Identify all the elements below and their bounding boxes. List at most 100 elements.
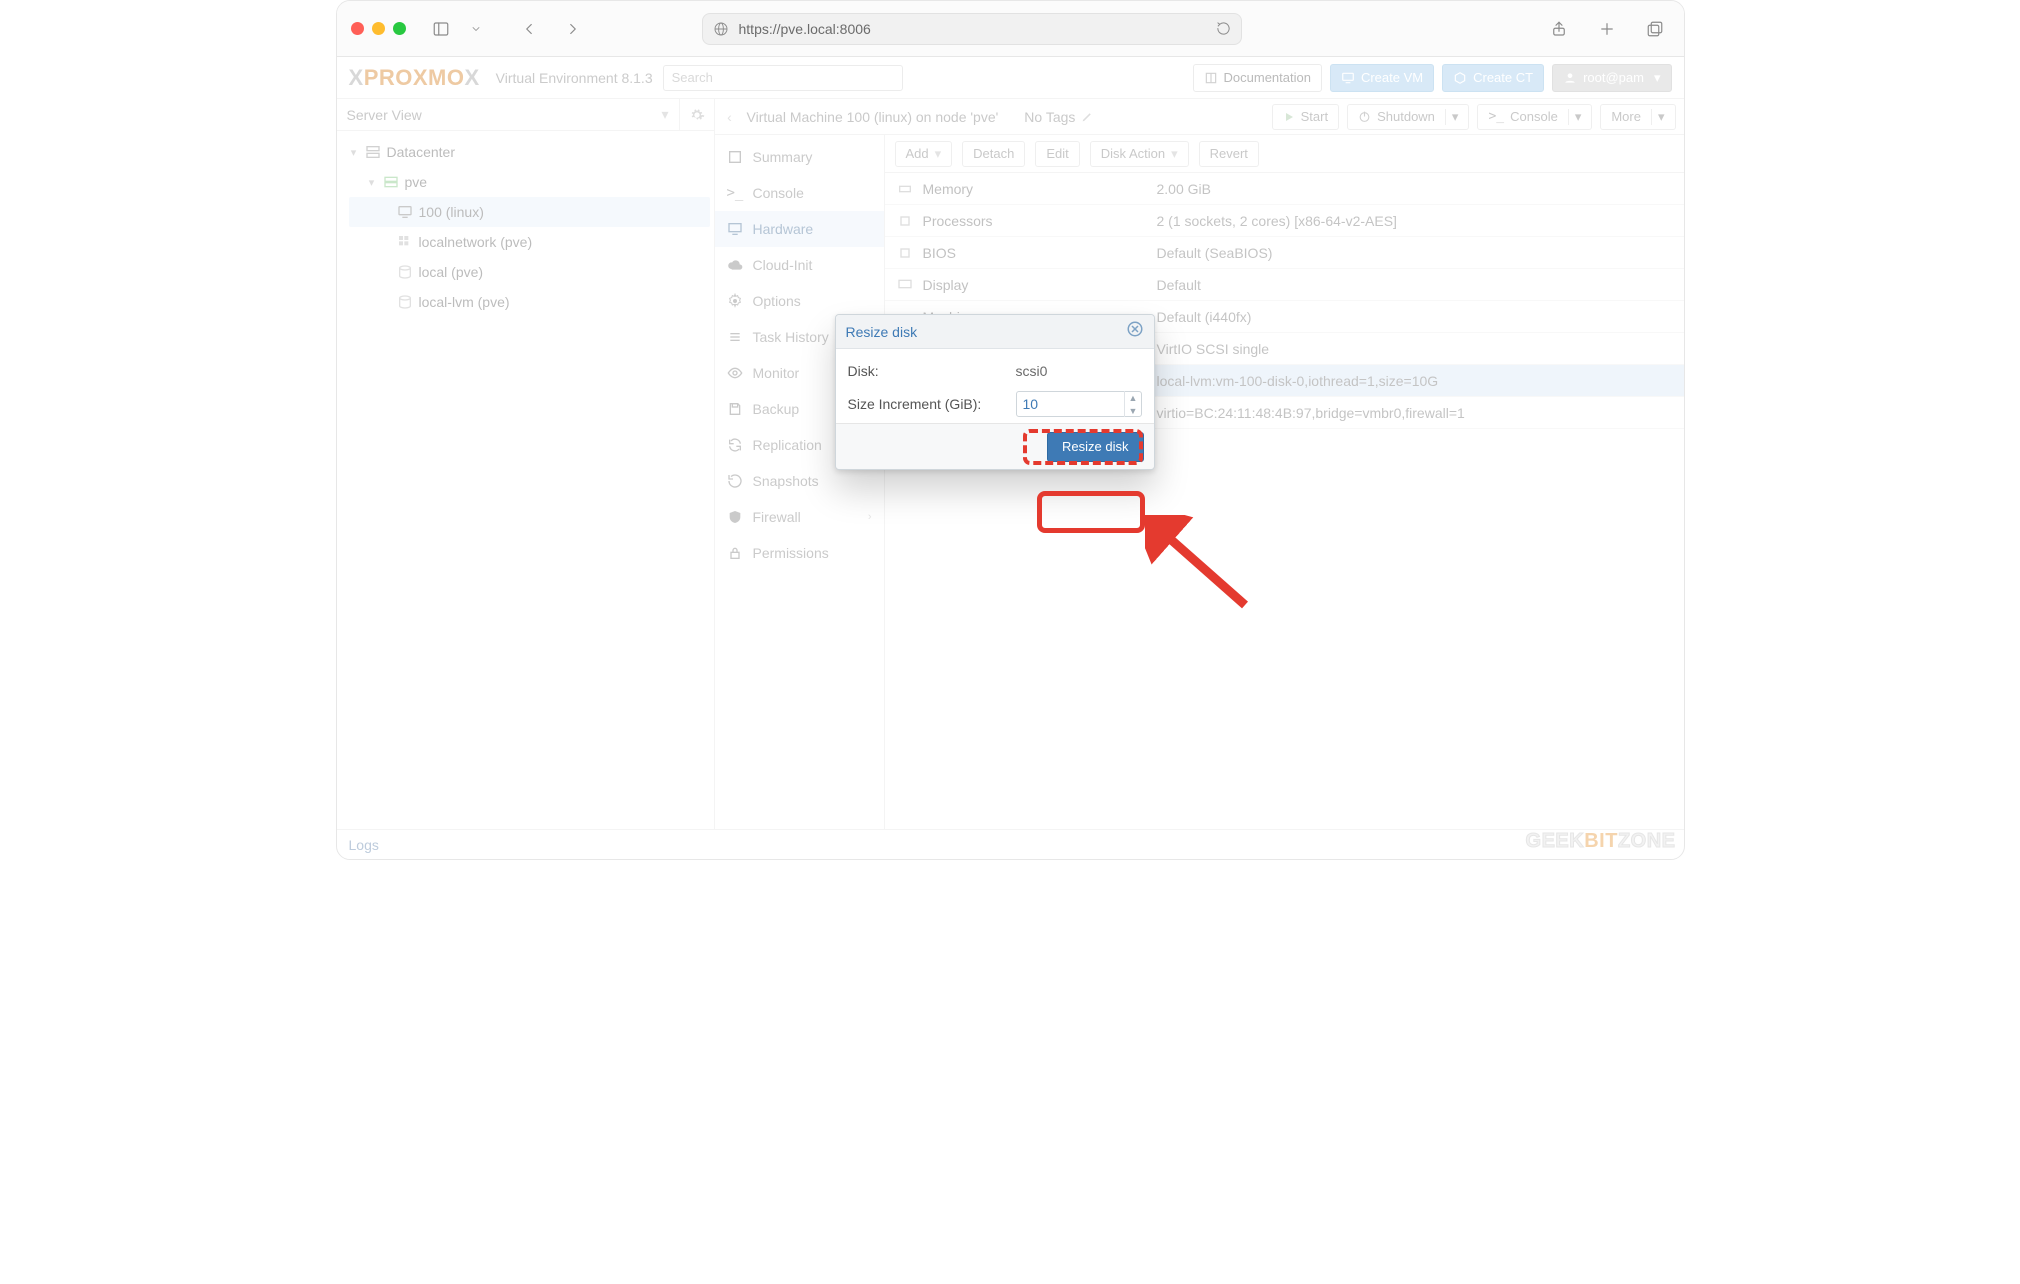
tree-label: Datacenter: [387, 144, 455, 160]
tree-localnetwork[interactable]: localnetwork (pve): [349, 227, 710, 257]
sidenav-permissions[interactable]: Permissions: [715, 535, 884, 571]
logs-footer[interactable]: Logs: [337, 829, 1684, 859]
view-selector[interactable]: Server View ▾: [337, 99, 680, 130]
sidenav-console[interactable]: >_ Console: [715, 175, 884, 211]
search-placeholder: Search: [672, 70, 713, 85]
hw-row-processors[interactable]: Processors2 (1 sockets, 2 cores) [x86-64…: [885, 205, 1684, 237]
sidebar-toggle-button[interactable]: [426, 16, 456, 42]
node-icon: [383, 174, 399, 190]
settings-button[interactable]: [680, 107, 714, 123]
close-window-icon[interactable]: [351, 22, 364, 35]
revert-label: Revert: [1210, 146, 1248, 161]
hw-key: Processors: [923, 213, 993, 229]
back-button[interactable]: [514, 16, 544, 42]
create-ct-button[interactable]: Create CT: [1442, 64, 1544, 92]
detach-button[interactable]: Detach: [962, 141, 1025, 167]
share-button[interactable]: [1544, 16, 1574, 42]
chevron-down-icon[interactable]: ▾: [1445, 109, 1465, 125]
tabs-button[interactable]: [1640, 16, 1670, 42]
new-tab-button[interactable]: [1592, 16, 1622, 42]
reload-icon[interactable]: [1216, 21, 1231, 36]
create-vm-label: Create VM: [1361, 70, 1423, 85]
spinner[interactable]: ▲▼: [1124, 391, 1142, 417]
resize-disk-label: Resize disk: [1062, 439, 1128, 454]
chevron-down-icon[interactable]: [470, 23, 482, 35]
shutdown-button[interactable]: Shutdown ▾: [1347, 104, 1469, 130]
hw-row-bios[interactable]: BIOS Default (SeaBIOS): [885, 237, 1684, 269]
add-button[interactable]: Add▾: [895, 141, 953, 167]
hw-value: VirtIO SCSI single: [1153, 341, 1684, 357]
size-increment-field[interactable]: ▲▼: [1016, 391, 1142, 417]
content: Summary >_ Console Hardware Cloud-Init Op…: [715, 135, 1684, 829]
left-panel: Server View ▾ ▾ Datacenter ▾pve 100 (linux…: [337, 99, 715, 829]
browser-chrome: https://pve.local:8006: [337, 1, 1684, 57]
user-menu[interactable]: root@pam ▾: [1552, 64, 1671, 92]
documentation-button[interactable]: Documentation: [1193, 64, 1322, 92]
tree-node[interactable]: ▾pve: [349, 167, 710, 197]
hw-row-memory[interactable]: Memory2.00 GiB: [885, 173, 1684, 205]
left-head: Server View ▾: [337, 99, 714, 131]
chevron-down-icon[interactable]: ▼: [1125, 404, 1142, 417]
monitor-icon: [1341, 71, 1355, 85]
resize-disk-dialog: Resize disk Disk: scsi0 Size Increment (…: [835, 314, 1155, 470]
monitor-icon: [727, 221, 743, 237]
modal-header[interactable]: Resize disk: [836, 315, 1154, 349]
url-bar[interactable]: https://pve.local:8006: [702, 13, 1242, 45]
chevron-up-icon[interactable]: ▲: [1125, 391, 1142, 404]
sidenav-label: Console: [753, 185, 804, 201]
sidenav-cloudinit[interactable]: Cloud-Init: [715, 247, 884, 283]
sidenav-label: Backup: [753, 401, 800, 417]
chevron-down-icon: ▾: [1654, 70, 1661, 86]
tree-local[interactable]: local (pve): [349, 257, 710, 287]
cloud-icon: [727, 257, 743, 273]
tags-box[interactable]: No Tags: [1024, 109, 1094, 125]
collapse-icon[interactable]: ▾: [349, 146, 359, 159]
create-ct-label: Create CT: [1473, 70, 1533, 85]
hw-key: BIOS: [923, 245, 956, 261]
tree-local-lvm[interactable]: local-lvm (pve): [349, 287, 710, 317]
chevron-down-icon[interactable]: ▾: [1568, 109, 1588, 125]
create-vm-button[interactable]: Create VM: [1330, 64, 1434, 92]
console-button[interactable]: >_Console▾: [1477, 104, 1592, 130]
terminal-icon: >_: [727, 185, 743, 201]
cube-icon: [1453, 71, 1467, 85]
grid-icon: [397, 234, 413, 250]
revert-button[interactable]: Revert: [1199, 141, 1259, 167]
hw-row-display[interactable]: DisplayDefault: [885, 269, 1684, 301]
search-input[interactable]: Search: [663, 65, 903, 91]
sidenav-label: Replication: [753, 437, 822, 453]
close-button[interactable]: [1126, 320, 1144, 343]
user-label: root@pam: [1583, 70, 1644, 85]
sidenav-label: Snapshots: [753, 473, 819, 489]
more-button[interactable]: More ▾: [1600, 104, 1675, 130]
shutdown-label: Shutdown: [1377, 109, 1435, 124]
chevron-down-icon: ▾: [661, 106, 668, 123]
sidenav-label: Options: [753, 293, 801, 309]
breadcrumb-back[interactable]: ‹: [723, 109, 737, 125]
proxmox-logo: XPROXMOX: [349, 65, 480, 91]
start-button[interactable]: Start: [1272, 104, 1339, 130]
sidenav-label: Hardware: [753, 221, 814, 237]
edit-button[interactable]: Edit: [1035, 141, 1079, 167]
eye-icon: [727, 365, 743, 381]
resize-disk-button[interactable]: Resize disk: [1047, 432, 1143, 462]
disk-action-button[interactable]: Disk Action▾: [1090, 141, 1189, 167]
hw-value: Default (SeaBIOS): [1153, 245, 1684, 261]
database-icon: [397, 294, 413, 310]
history-icon: [727, 473, 743, 489]
forward-button[interactable]: [558, 16, 588, 42]
collapse-icon[interactable]: ▾: [367, 176, 377, 189]
disk-action-label: Disk Action: [1101, 146, 1165, 161]
user-icon: [1563, 71, 1577, 85]
view-selector-label: Server View: [347, 107, 422, 123]
chevron-down-icon[interactable]: ▾: [1651, 109, 1671, 125]
zoom-window-icon[interactable]: [393, 22, 406, 35]
tree-datacenter[interactable]: ▾ Datacenter: [349, 137, 710, 167]
minimize-window-icon[interactable]: [372, 22, 385, 35]
sidenav-firewall[interactable]: Firewall›: [715, 499, 884, 535]
sidenav-hardware[interactable]: Hardware: [715, 211, 884, 247]
sidenav-summary[interactable]: Summary: [715, 139, 884, 175]
logs-label: Logs: [349, 837, 379, 853]
tree-vm[interactable]: 100 (linux): [349, 197, 710, 227]
more-label: More: [1611, 109, 1641, 124]
